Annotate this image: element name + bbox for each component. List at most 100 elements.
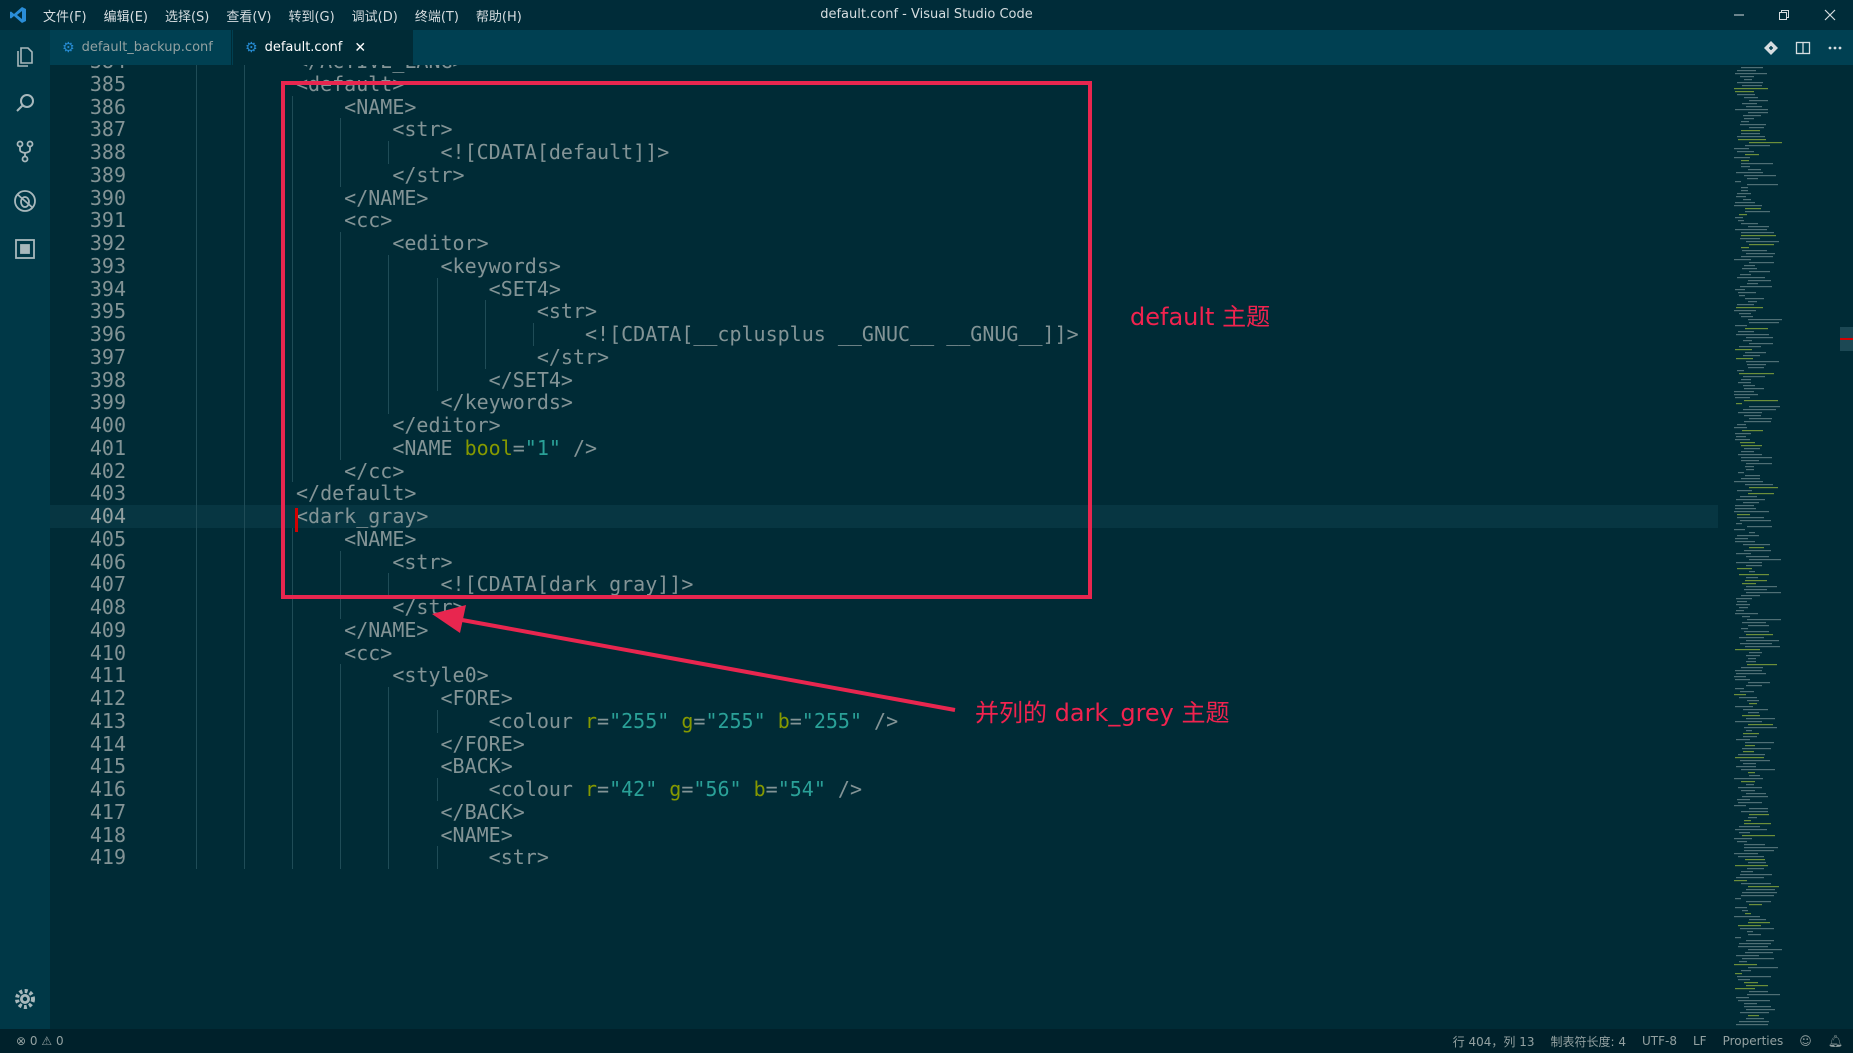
indent-guide [195, 823, 197, 847]
encoding-indicator[interactable]: UTF-8 [1642, 1034, 1677, 1048]
minimap-line [1735, 289, 1745, 291]
minimap-line [1735, 91, 1754, 93]
tab-default-backup-conf[interactable]: ⚙ default_backup.conf [50, 30, 232, 65]
debug-icon[interactable] [10, 186, 40, 216]
minimap-line [1734, 310, 1756, 312]
code-line[interactable]: 416 <colour r="42" g="56" b="54" /> [50, 778, 1718, 801]
indent-guide [243, 641, 245, 665]
line-number: 393 [89, 253, 126, 278]
open-changes-icon[interactable] [1756, 30, 1786, 65]
status-bar: ⊗ 0 ⚠ 0 行 404，列 13 制表符长度: 4 UTF-8 LF Pro… [0, 1029, 1853, 1053]
indent-guide [195, 163, 197, 187]
minimap-line [1737, 151, 1754, 153]
line-number: 417 [89, 799, 126, 824]
minimap-line [1749, 532, 1755, 534]
minimap-line [1744, 388, 1764, 390]
minimap-line [1735, 706, 1753, 708]
minimap-line [1743, 751, 1754, 753]
source-control-icon[interactable] [10, 136, 40, 166]
code-line[interactable]: 415 <BACK> [50, 755, 1718, 778]
minimap-line [1736, 955, 1759, 957]
minimap-line [1747, 994, 1780, 996]
close-tab-icon[interactable]: ✕ [354, 40, 366, 56]
code-line[interactable]: 418 <NAME> [50, 823, 1718, 847]
minimap-line [1744, 118, 1754, 120]
indent-guide [340, 687, 342, 710]
minimap-line [1747, 283, 1758, 285]
minimap[interactable] [1718, 65, 1838, 1029]
code-line[interactable]: 419 <str> [50, 846, 1718, 869]
menu-go[interactable]: 转到(G) [288, 6, 334, 25]
code-line[interactable]: 417 </BACK> [50, 799, 1718, 824]
minimap-line [1743, 340, 1752, 342]
code-line[interactable]: 413 <colour r="255" g="255" b="255" /> [50, 709, 1718, 733]
error-count: 0 [29, 1034, 38, 1048]
close-window-button[interactable] [1808, 0, 1852, 30]
code-line[interactable]: 414 </FORE> [50, 732, 1718, 756]
minimap-line [1737, 277, 1765, 279]
minimap-line [1748, 724, 1773, 726]
menu-view[interactable]: 查看(V) [226, 6, 271, 25]
minimap-line [1735, 217, 1743, 219]
split-editor-icon[interactable] [1788, 30, 1818, 65]
indent-guide [340, 846, 342, 869]
indent-guide [195, 527, 197, 551]
minimap-line [1741, 163, 1773, 165]
explorer-icon[interactable] [10, 40, 40, 70]
minimap-line [1745, 580, 1767, 582]
menu-help[interactable]: 帮助(H) [476, 6, 522, 25]
indent-guide [340, 664, 342, 687]
menu-debug[interactable]: 调试(D) [352, 6, 398, 25]
indent-guide [243, 95, 245, 119]
extensions-icon[interactable] [10, 234, 40, 264]
more-actions-icon[interactable] [1820, 30, 1850, 65]
menu-terminal[interactable]: 终端(T) [415, 6, 459, 25]
indent-guide [243, 709, 245, 733]
code-line[interactable]: 409 </NAME> [50, 618, 1718, 642]
minimap-line [1739, 1021, 1769, 1023]
line-number: 399 [89, 390, 126, 415]
minimap-line [1741, 166, 1750, 168]
indent-guide [243, 186, 245, 210]
indent-guide [195, 254, 197, 278]
minimap-line [1742, 583, 1756, 585]
code-line[interactable]: 408 </str> [50, 596, 1718, 619]
feedback-smiley-icon[interactable]: ☺ [1799, 1034, 1812, 1048]
language-mode[interactable]: Properties [1723, 1034, 1784, 1048]
problems-indicator[interactable]: ⊗ 0 ⚠ 0 [16, 1029, 64, 1053]
line-number: 395 [89, 299, 126, 324]
minimap-line [1737, 70, 1756, 72]
line-number: 405 [89, 526, 126, 551]
menu-file[interactable]: 文件(F) [43, 6, 87, 25]
indent-guide [388, 755, 390, 778]
minimap-line [1746, 1009, 1775, 1011]
eol-indicator[interactable]: LF [1693, 1034, 1707, 1048]
line-code: <FORE> [296, 686, 513, 710]
code-line[interactable]: 412 <FORE> [50, 687, 1718, 710]
minimap-line [1746, 1018, 1764, 1020]
search-icon[interactable] [10, 88, 40, 118]
restore-button[interactable] [1762, 0, 1806, 30]
minimap-line [1746, 793, 1766, 795]
minimap-line [1738, 292, 1756, 294]
minimap-line [1734, 427, 1747, 429]
minimap-line [1741, 451, 1754, 453]
tab-default-conf[interactable]: ⚙ default.conf ✕ [233, 30, 413, 65]
minimap-line [1738, 220, 1744, 222]
minimap-line [1737, 568, 1752, 570]
minimap-line [1738, 1000, 1770, 1002]
notification-bell-icon[interactable]: 🔔︎ [1828, 1034, 1843, 1048]
minimap-line [1741, 781, 1755, 783]
settings-gear-icon[interactable] [10, 984, 40, 1014]
minimap-line [1735, 397, 1750, 399]
menu-edit[interactable]: 编辑(E) [104, 6, 148, 25]
menu-selection[interactable]: 选择(S) [165, 6, 209, 25]
code-line[interactable]: 411 <style0> [50, 664, 1718, 687]
minimap-line [1741, 790, 1755, 792]
minimap-line [1735, 349, 1752, 351]
cursor-position[interactable]: 行 404，列 13 [1453, 1033, 1535, 1050]
minimize-button[interactable] [1717, 0, 1761, 30]
tab-size-indicator[interactable]: 制表符长度: 4 [1551, 1033, 1627, 1050]
code-line[interactable]: 410 <cc> [50, 641, 1718, 665]
indent-guide [195, 755, 197, 778]
